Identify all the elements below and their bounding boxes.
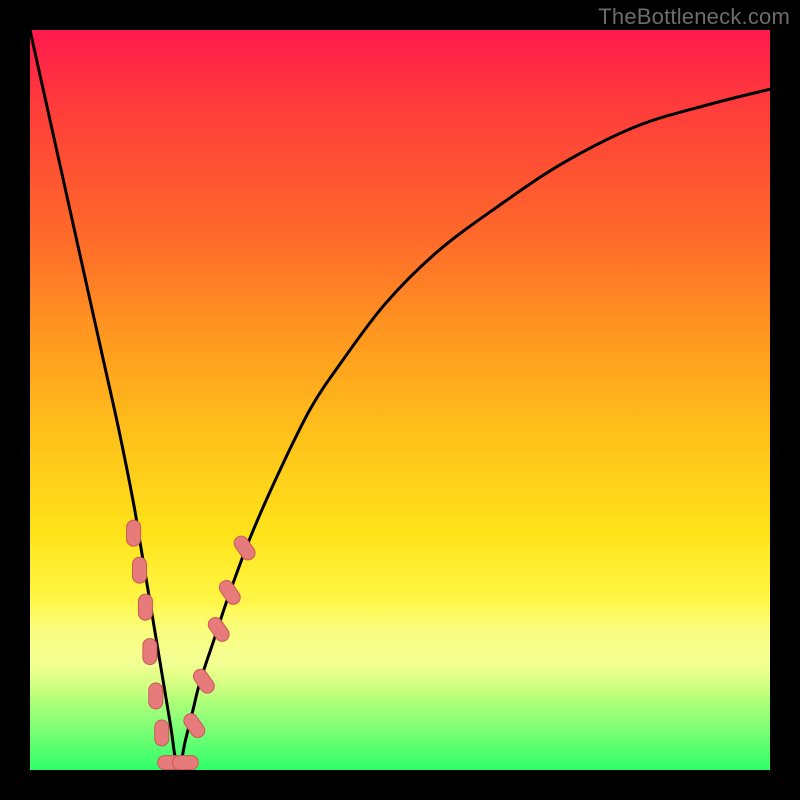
data-marker [149, 683, 163, 709]
data-marker [191, 667, 217, 696]
data-marker [181, 711, 207, 740]
watermark-label: TheBottleneck.com [598, 4, 790, 30]
data-marker [206, 615, 232, 644]
plot-area [30, 30, 770, 770]
data-marker [155, 720, 169, 746]
data-marker [127, 520, 141, 546]
data-marker [217, 578, 243, 607]
marker-layer [30, 30, 770, 770]
data-marker [172, 756, 198, 770]
data-marker [138, 594, 152, 620]
marker-group [127, 520, 258, 769]
data-marker [133, 557, 147, 583]
data-marker [231, 533, 257, 562]
data-marker [143, 639, 157, 665]
chart-frame: TheBottleneck.com [0, 0, 800, 800]
